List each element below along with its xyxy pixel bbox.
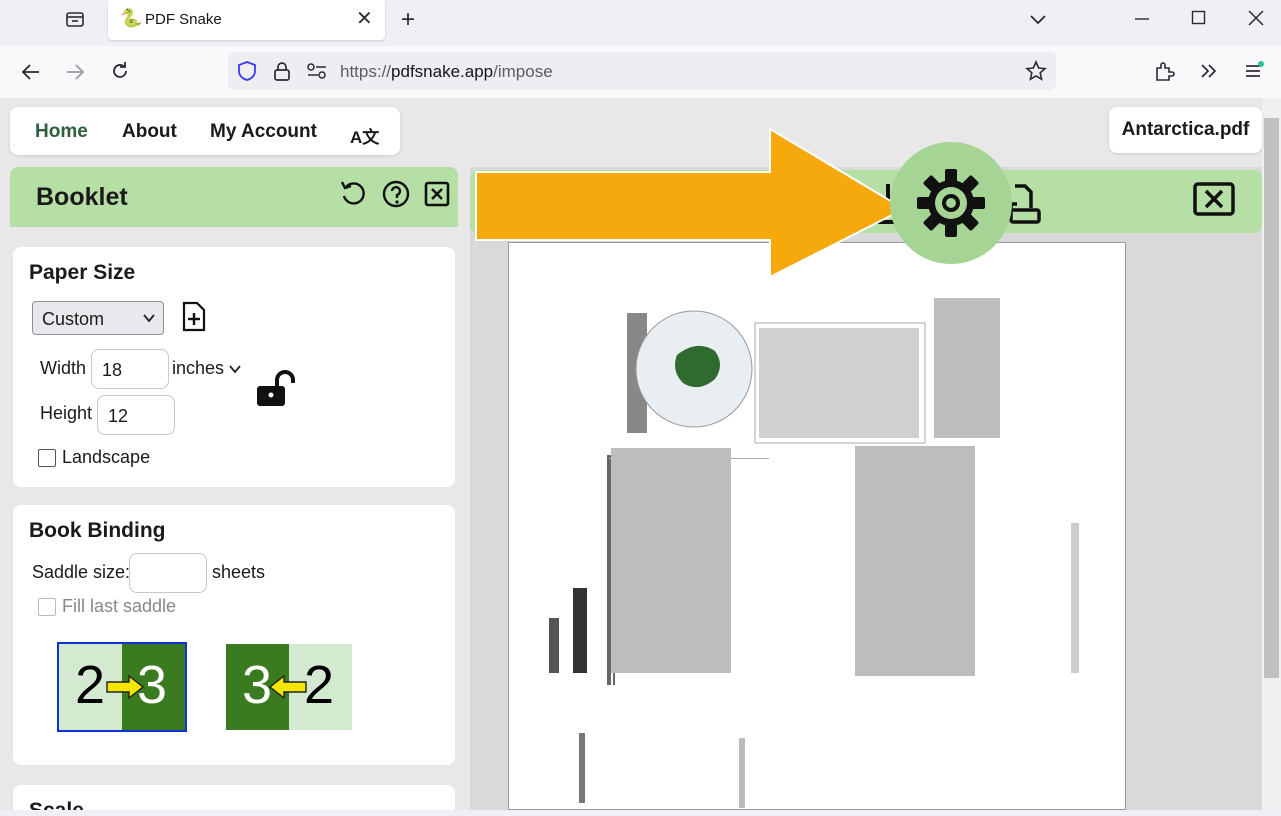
unlock-icon[interactable] (255, 370, 297, 413)
saddle-size-input[interactable] (129, 553, 207, 593)
paper-size-heading: Paper Size (29, 261, 136, 284)
arrow-left-icon (268, 675, 307, 699)
fill-last-saddle-label: Fill last saddle (62, 596, 177, 616)
units-value: inches (172, 358, 225, 378)
height-input[interactable]: 12 (97, 395, 175, 435)
snake-favicon-icon: 🐍 (120, 8, 143, 28)
new-tab-icon[interactable]: + (401, 6, 415, 34)
reload-icon[interactable] (109, 60, 131, 87)
nav-account[interactable]: My Account (210, 121, 317, 143)
nav-about[interactable]: About (122, 121, 177, 143)
tab-list-icon[interactable] (64, 8, 86, 36)
saddle-unit-label: sheets (212, 562, 266, 582)
browser-tab[interactable]: 🐍 PDF Snake ✕ (108, 0, 385, 40)
menu-icon[interactable] (1243, 60, 1265, 87)
paper-size-value: Custom (42, 309, 105, 329)
book-binding-heading: Book Binding (29, 519, 166, 542)
width-input[interactable]: 18 (91, 349, 169, 389)
page-number-right: 2 (304, 655, 335, 715)
sidebar-title: Booklet (36, 183, 128, 211)
close-preview-icon[interactable] (1192, 181, 1236, 222)
file-name[interactable]: Antarctica.pdf (1109, 107, 1262, 153)
shield-icon[interactable] (236, 60, 258, 87)
page-number-left: 2 (75, 655, 106, 715)
url-bar[interactable]: https://pdfsnake.app/impose (228, 52, 1056, 90)
gear-icon[interactable] (914, 166, 988, 240)
close-panel-icon[interactable] (424, 181, 450, 212)
back-icon[interactable] (20, 61, 42, 88)
paper-size-card: Paper Size Custom Width 18 inches Height… (13, 247, 455, 487)
url-text: https://pdfsnake.app/impose (340, 62, 553, 81)
landscape-checkbox[interactable] (38, 449, 56, 467)
fill-last-saddle-checkbox[interactable] (38, 598, 56, 616)
overflow-icon[interactable] (1198, 60, 1220, 87)
site-nav: Home About My Account A文 (10, 107, 400, 155)
units-select[interactable]: inches (172, 358, 241, 379)
saddle-size-label: Saddle size: (32, 562, 131, 582)
nav-home[interactable]: Home (35, 121, 88, 143)
extensions-icon[interactable] (1153, 60, 1175, 87)
permissions-icon[interactable] (306, 62, 328, 85)
pdf-page-preview (508, 242, 1126, 810)
minimize-icon[interactable] (1133, 9, 1151, 32)
callout-arrow (470, 125, 930, 290)
document-thumbnail (549, 298, 1079, 808)
tab-title: PDF Snake (145, 11, 222, 28)
height-label: Height (40, 403, 93, 423)
landscape-label: Landscape (62, 447, 151, 467)
lock-icon[interactable] (272, 60, 292, 87)
close-icon[interactable]: ✕ (356, 6, 373, 31)
bookmark-star-icon[interactable] (1025, 60, 1047, 87)
maximize-icon[interactable] (1191, 10, 1207, 31)
chevron-down-icon[interactable] (1029, 10, 1047, 33)
paper-size-select[interactable]: Custom (32, 301, 164, 335)
booklet-sidebar: Paper Size Custom Width 18 inches Height… (10, 167, 458, 810)
arrow-right-icon (106, 675, 145, 699)
scale-heading: Scale (29, 799, 84, 810)
book-binding-card: Book Binding Saddle size: sheets Fill la… (13, 505, 455, 765)
window-close-icon[interactable] (1247, 9, 1265, 32)
sidebar-header: Booklet (10, 167, 458, 227)
chevron-down-icon (143, 314, 155, 323)
binding-left-to-right-option[interactable]: 2 3 (57, 642, 187, 732)
new-page-icon[interactable] (181, 301, 207, 338)
scrollbar-thumb[interactable] (1264, 118, 1279, 678)
binding-right-to-left-option[interactable]: 3 2 (226, 644, 352, 730)
forward-icon[interactable] (64, 61, 86, 88)
settings-highlight (890, 142, 1012, 264)
help-icon[interactable] (381, 179, 411, 214)
reset-icon[interactable] (338, 179, 368, 214)
chevron-down-icon (229, 365, 241, 374)
width-label: Width (40, 358, 87, 378)
scale-card: Scale (13, 785, 455, 810)
language-icon[interactable]: A文 (350, 123, 379, 148)
